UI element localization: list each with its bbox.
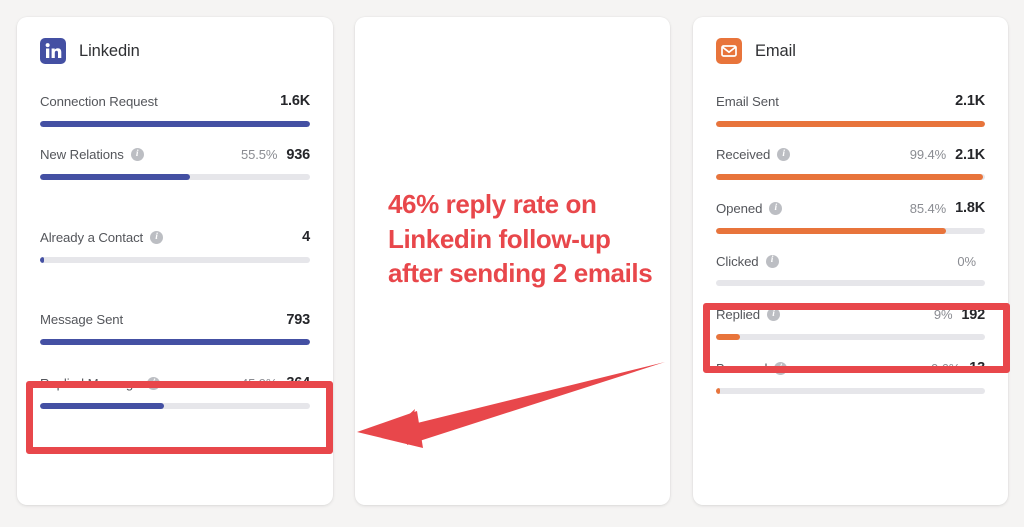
metric-progress-fill <box>40 174 190 180</box>
metric-progress-track <box>40 174 310 180</box>
metric-value: 13 <box>969 360 985 377</box>
info-icon[interactable]: i <box>767 308 781 322</box>
metric-progress-track <box>40 402 310 409</box>
metric-row: Received i 99.4% 2.1K <box>716 127 985 180</box>
metric-percentage: 9% <box>933 307 953 323</box>
metric-progress-track <box>716 279 985 286</box>
metric-value: 4 <box>302 229 310 245</box>
annotation-text: 46% reply rate on Linkedin follow-up aft… <box>388 189 653 289</box>
email-card-header: Email <box>693 17 1008 64</box>
metric-progress-track <box>40 256 310 263</box>
metric-progress-fill <box>716 120 985 127</box>
metric-progress-fill <box>40 402 164 409</box>
metric-progress-track <box>716 334 985 341</box>
metric-progress-track <box>716 120 985 127</box>
metric-percentage: 85.4% <box>909 200 947 216</box>
metric-label: Message Sent <box>40 312 124 328</box>
metric-label: Email Sent <box>716 93 779 109</box>
metric-header: Replied i 9% 192 <box>716 308 985 323</box>
info-icon[interactable]: i <box>765 254 779 268</box>
metric-progress-track <box>40 339 310 345</box>
linkedin-card-header: Linkedin <box>17 17 333 64</box>
metric-progress-track <box>716 174 985 180</box>
metric-percentage: 99.4% <box>909 147 947 163</box>
metric-row: Replied i 9% 192 <box>716 286 985 341</box>
info-icon[interactable]: i <box>150 230 164 244</box>
metric-value: 793 <box>286 311 310 328</box>
metric-progress-track <box>716 387 985 394</box>
left-pointing-arrow-icon <box>357 362 665 448</box>
metric-progress-fill <box>40 256 45 263</box>
metric-row: New Relations i 55.5% 936 <box>40 127 310 180</box>
metric-label: Bounced <box>716 360 768 376</box>
metric-label: Opened <box>716 200 763 216</box>
metric-header: Already a Contact i 4 <box>40 230 310 245</box>
linkedin-metrics-list: Connection Request 1.6K New Relations i 55.5… <box>17 72 333 409</box>
email-icon <box>716 38 742 64</box>
metric-progress-fill <box>40 120 310 127</box>
metric-row: Message Sent 793 <box>40 263 310 345</box>
metric-percentage: 0.6% <box>931 360 961 376</box>
linkedin-card-title: Linkedin <box>79 41 140 60</box>
metric-label: New Relations <box>40 147 124 163</box>
metric-label: Clicked <box>716 253 759 269</box>
metric-row: Replied Message i 45.9% 364 <box>40 345 310 409</box>
metric-progress-track <box>716 227 985 234</box>
info-icon[interactable]: i <box>769 201 783 215</box>
metric-label: Received <box>716 147 771 163</box>
metric-progress-fill <box>716 387 721 394</box>
email-metrics-list: Email Sent 2.1K Received i 99.4% 2.1K Opened i 8… <box>693 72 1008 394</box>
annotation-card: 46% reply rate on Linkedin follow-up aft… <box>355 17 670 505</box>
metric-row: Connection Request 1.6K <box>40 72 310 127</box>
metric-value: 936 <box>286 146 310 163</box>
metric-progress-fill <box>716 174 984 180</box>
metric-percentage: 55.5% <box>241 147 278 163</box>
metric-percentage: 45.9% <box>241 375 278 391</box>
metric-label: Replied <box>716 307 761 323</box>
email-stats-card: Email Email Sent 2.1K Received i 99.4% 2.1K Op… <box>693 17 1008 505</box>
metric-value: 2.1K <box>955 146 985 163</box>
metric-header: Opened i 85.4% 1.8K <box>716 201 985 216</box>
info-icon[interactable]: i <box>130 148 144 162</box>
metric-value: 1.6K <box>280 93 310 109</box>
metric-value: 2.1K <box>955 93 985 109</box>
metric-header: Clicked i 0% <box>716 253 985 269</box>
metric-row: Opened i 85.4% 1.8K <box>716 180 985 234</box>
metric-progress-track <box>40 120 310 127</box>
metric-header: Replied Message i 45.9% 364 <box>40 376 310 391</box>
info-icon[interactable]: i <box>777 148 791 162</box>
metric-value: 192 <box>961 306 985 323</box>
metric-label: Already a Contact <box>40 229 144 245</box>
metric-label: Connection Request <box>40 93 158 109</box>
metric-row: Clicked i 0% <box>716 234 985 286</box>
email-card-title: Email <box>755 41 796 60</box>
info-icon[interactable]: i <box>147 376 161 390</box>
metric-header: Received i 99.4% 2.1K <box>716 146 985 163</box>
metric-label: Replied Message <box>40 375 141 391</box>
linkedin-stats-card: Linkedin Connection Request 1.6K New Relat… <box>17 17 333 505</box>
metric-header: Bounced i 0.6% 13 <box>716 361 985 376</box>
metric-header: Email Sent 2.1K <box>716 94 985 109</box>
metric-progress-fill <box>716 334 741 341</box>
metric-progress-fill <box>716 227 946 234</box>
metric-progress-fill <box>40 339 310 345</box>
metric-value: 1.8K <box>955 200 985 216</box>
metric-row: Already a Contact i 4 <box>40 180 310 263</box>
metric-value: 364 <box>286 375 310 391</box>
dashboard-page: Linkedin Connection Request 1.6K New Relat… <box>0 0 1024 527</box>
metric-header: New Relations i 55.5% 936 <box>40 146 310 163</box>
metric-header: Connection Request 1.6K <box>40 94 310 109</box>
linkedin-icon <box>40 38 66 64</box>
metric-row: Bounced i 0.6% 13 <box>716 340 985 394</box>
info-icon[interactable]: i <box>774 361 788 375</box>
metric-percentage: 0% <box>957 253 976 269</box>
metric-row: Email Sent 2.1K <box>716 72 985 127</box>
metric-header: Message Sent 793 <box>40 311 310 328</box>
